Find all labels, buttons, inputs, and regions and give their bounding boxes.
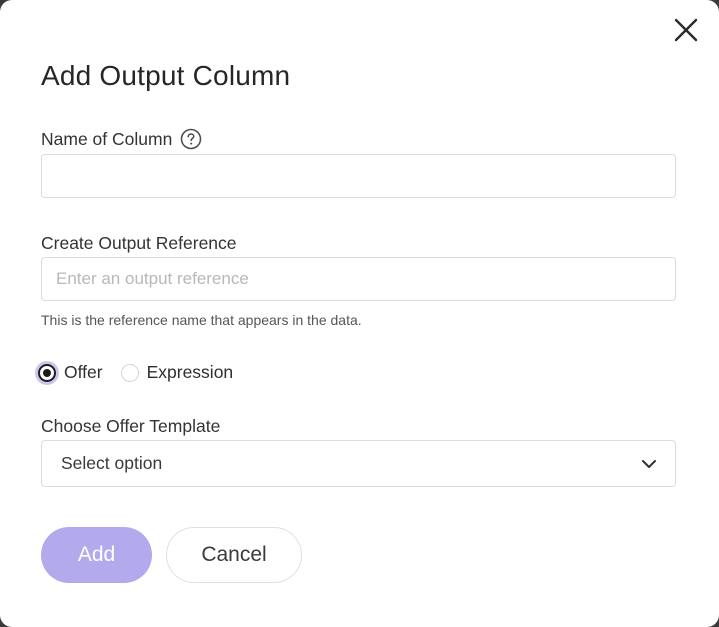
close-button[interactable] [668,12,704,48]
output-reference-label: Create Output Reference [41,233,237,253]
radio-label-offer: Offer [64,362,103,382]
radio-option-offer[interactable]: Offer [38,362,103,383]
type-radio-group: Offer Expression [38,362,251,383]
offer-template-label: Choose Offer Template [41,416,221,436]
close-icon [674,18,698,42]
radio-label-expression: Expression [146,362,234,382]
offer-template-select[interactable]: Select option [41,440,676,487]
add-output-column-dialog: Add Output Column Name of Column Create … [0,0,719,627]
output-reference-input[interactable] [41,257,676,301]
dialog-title: Add Output Column [41,60,291,91]
column-name-input[interactable] [41,154,676,198]
output-reference-hint: This is the reference name that appears … [41,312,362,328]
column-name-label: Name of Column [41,128,173,149]
cancel-button[interactable]: Cancel [166,527,302,583]
question-circle-icon[interactable] [180,128,202,150]
chevron-down-icon [642,459,656,468]
radio-option-expression[interactable]: Expression [120,362,234,383]
offer-template-selected-value: Select option [61,453,163,473]
add-button[interactable]: Add [41,527,152,583]
radio-button-expression[interactable] [120,363,139,382]
radio-button-offer[interactable] [38,363,56,382]
column-name-label-row: Name of Column [41,128,202,150]
